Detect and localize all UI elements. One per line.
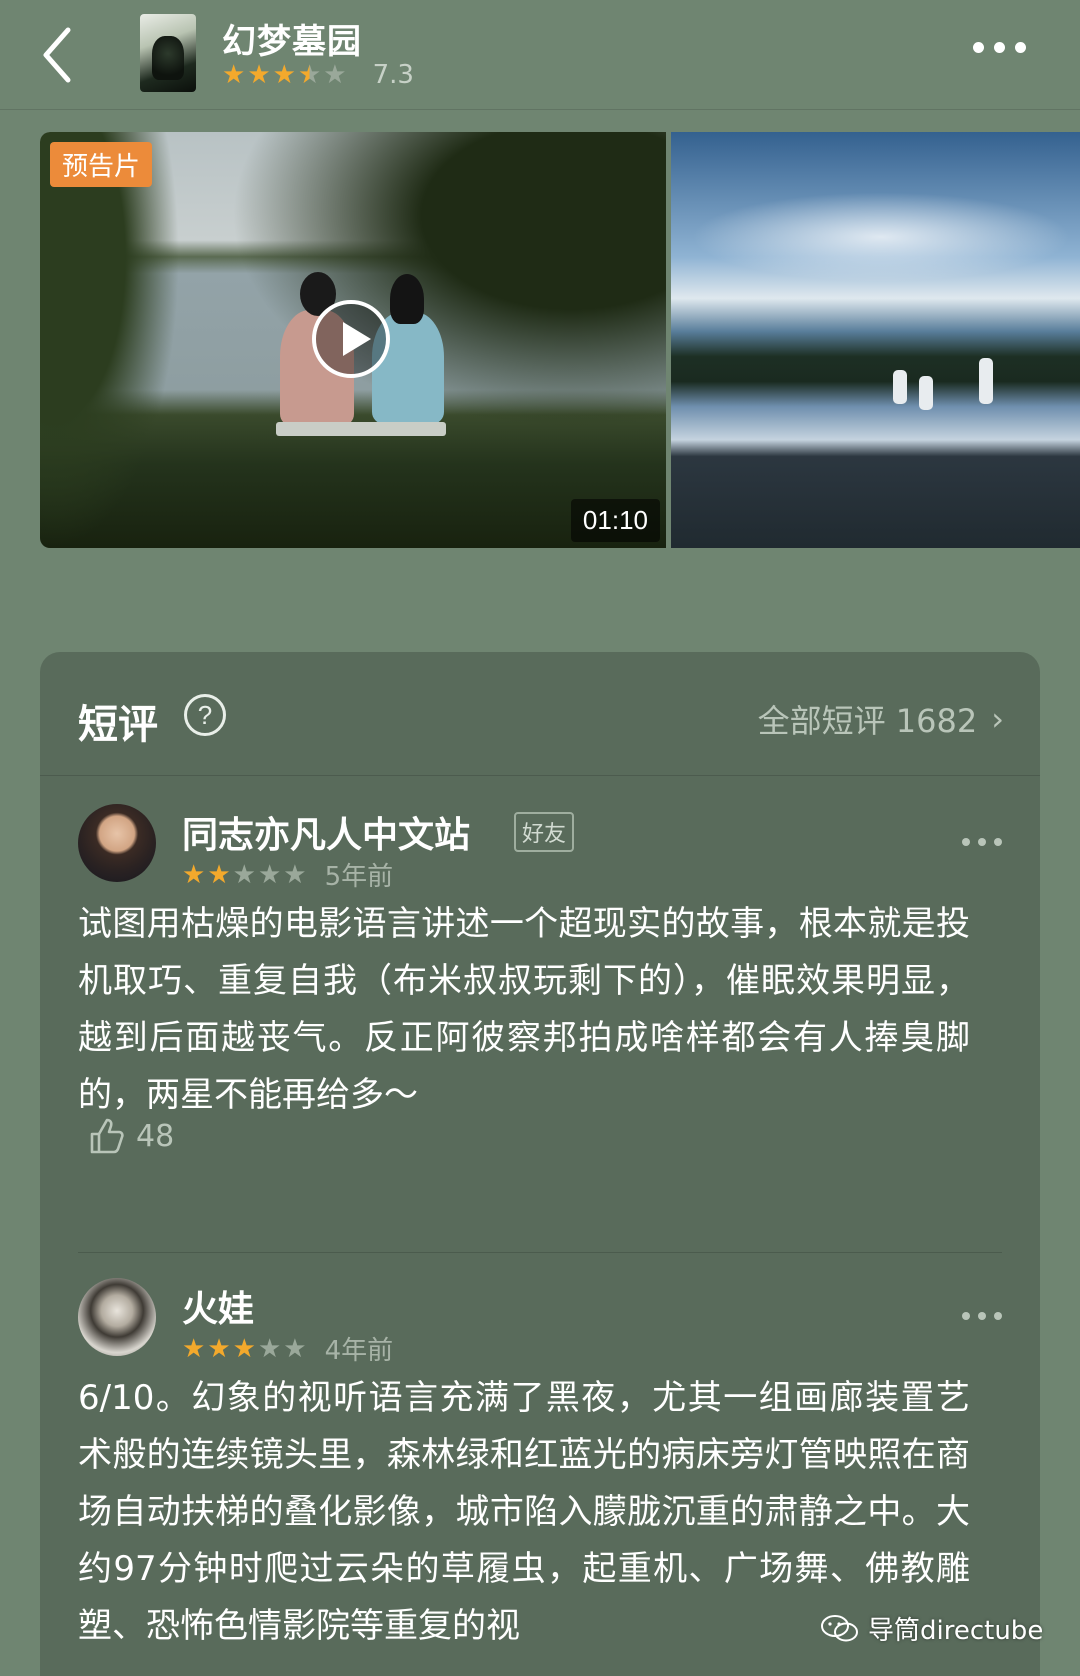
review-more-button[interactable] [962,1312,1002,1320]
star-icon: ★ [182,859,206,890]
section-title: 短评 [78,702,158,748]
star-empty-icon: ★ [257,1333,282,1364]
watermark: 导筒directube [820,1610,1043,1647]
video-scene [40,132,180,548]
rating-stars: ★ ★ ★ ★ ★ [222,61,347,89]
star-icon: ★ [222,60,246,90]
more-horizontal-icon [962,1312,970,1320]
more-options-button[interactable] [973,42,1026,53]
rating-score: 7.3 [372,60,414,90]
movie-title: 幻梦墓园 [222,22,362,62]
star-empty-icon: ★ [232,859,256,890]
star-icon: ★ [247,60,271,90]
like-count: 48 [136,1118,175,1154]
review-text: 试图用枯燥的电影语言讲述一个超现实的故事，根本就是投机取巧、重复自我（布米叔叔玩… [78,904,970,1115]
top-bar: 幻梦墓园 ★ ★ ★ ★ ★ 7.3 [0,0,1080,110]
all-reviews-link[interactable]: 全部短评 1682 › [758,696,1004,742]
star-empty-icon: ★ [323,60,347,90]
more-horizontal-icon [973,42,984,53]
user-name[interactable]: 同志亦凡人中文站 [182,806,470,858]
movie-rating: ★ ★ ★ ★ ★ 7.3 [222,60,414,90]
video-duration: 01:10 [570,499,660,542]
review-rating: ★ ★ ★ ★ ★ 5年前 [182,856,393,893]
review-date: 4年前 [324,1336,394,1366]
question-circle-icon[interactable]: ? [184,694,226,736]
media-gallery: 预告片 01:10 [40,132,1080,548]
movie-still-image[interactable] [671,132,1080,548]
chevron-right-icon: › [991,700,1004,738]
review-rating: ★ ★ ★ ★ ★ 4年前 [182,1330,393,1367]
friend-badge: 好友 [514,812,575,852]
trailer-video[interactable]: 预告片 01:10 [40,132,666,548]
movie-poster-thumbnail[interactable] [140,14,196,92]
trailer-badge: 预告片 [50,142,153,187]
avatar[interactable] [78,804,156,882]
wechat-icon [821,1614,858,1641]
like-button[interactable]: 48 [88,1116,174,1156]
avatar[interactable] [78,1278,156,1356]
star-empty-icon: ★ [283,1333,307,1364]
review-more-button[interactable] [962,838,1002,846]
reviews-header: 短评 ? 全部短评 1682 › [40,652,1040,776]
star-empty-icon: ★ [257,859,282,890]
play-icon[interactable] [312,300,390,378]
star-icon: ★ [207,1333,231,1364]
more-horizontal-icon [962,838,970,846]
star-icon: ★ [207,859,231,890]
star-empty-icon: ★ [283,859,307,890]
review-date: 5年前 [324,862,394,892]
thumbs-up-icon [90,1118,124,1154]
star-icon: ★ [232,1333,256,1364]
review-item: 同志亦凡人中文站 好友 ★ ★ ★ ★ ★ 5年前 试图用枯燥的电影语言讲述一个… [40,776,1040,1216]
chevron-left-icon [43,27,71,83]
star-icon: ★ [182,1333,206,1364]
star-icon: ★ [272,60,296,90]
back-button[interactable] [38,22,88,88]
user-name[interactable]: 火娃 [182,1280,254,1332]
star-half-icon: ★ [297,60,322,90]
short-reviews-card: 短评 ? 全部短评 1682 › 同志亦凡人中文站 好友 ★ ★ ★ ★ ★ 5… [40,652,1040,1676]
